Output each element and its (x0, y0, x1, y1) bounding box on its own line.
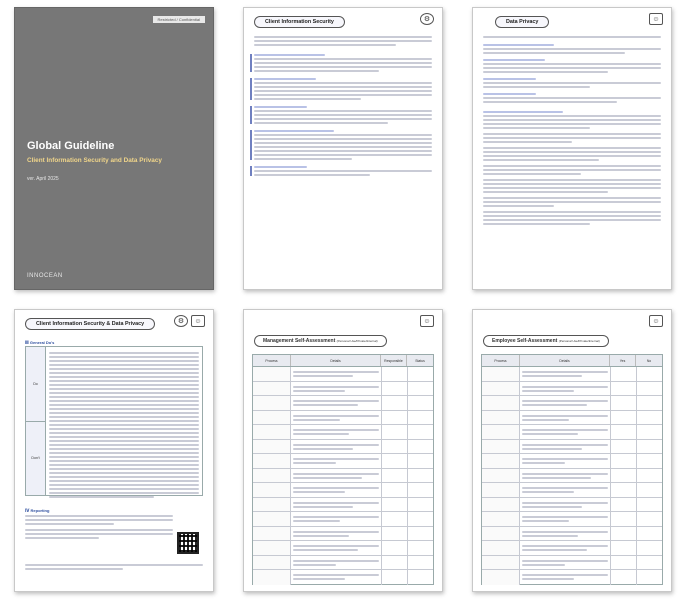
security-privacy-page[interactable]: Client Information Security & Data Priva… (14, 309, 214, 592)
person-icon: ☺ (649, 13, 663, 25)
data-privacy-page[interactable]: Data Privacy ☺ (472, 7, 672, 290)
cover-page[interactable]: Restricted / Confidential Global Guideli… (14, 7, 214, 290)
cover-version: ver. April 2025 (27, 176, 59, 182)
person-icon: ☺ (420, 315, 434, 327)
cover-title: Global Guideline (27, 140, 115, 152)
col-details: Details (520, 355, 610, 366)
do-label: Do (26, 347, 45, 422)
page-heading: Data Privacy (495, 16, 550, 28)
col-process: Process (253, 355, 291, 366)
security-icon: ⚙ (174, 315, 188, 327)
col-status: Status (415, 358, 425, 363)
assessment-title: Management Self-Assessment (Personal Use… (254, 335, 387, 347)
client-security-page[interactable]: Client Information Security ⚙ (243, 7, 443, 290)
cover-subtitle: Client Information Security and Data Pri… (27, 157, 162, 164)
brand-logo: INNOCEAN (27, 273, 63, 279)
person-icon: ☺ (649, 315, 663, 327)
col-details: Details (291, 355, 381, 366)
page-heading: Client Information Security (254, 16, 345, 28)
page-heading: Client Information Security & Data Priva… (25, 318, 156, 330)
general-dos-title: Ⅲ General Do's (25, 340, 55, 345)
dos-donts-table: Do Don't (25, 346, 203, 498)
assessment-table: Process Details Yes No (481, 354, 663, 585)
person-icon: ☺ (191, 315, 205, 327)
col-yes: Yes (610, 355, 636, 366)
security-icon: ⚙ (420, 13, 434, 25)
qr-code[interactable] (177, 532, 199, 554)
employee-assessment-page[interactable]: ☺ Employee Self-Assessment (Personal Use… (472, 309, 672, 592)
col-responsible: Responsible (381, 355, 407, 366)
col-process: Process (482, 355, 520, 366)
page-body (250, 34, 432, 283)
assessment-title: Employee Self-Assessment (Personal Use/P… (483, 335, 609, 347)
assessment-table: Process Details Responsible Status (252, 354, 434, 585)
page-body (483, 34, 661, 283)
management-assessment-page[interactable]: ☺ Management Self-Assessment (Personal U… (243, 309, 443, 592)
confidential-tag: Restricted / Confidential (152, 16, 205, 23)
dont-label: Don't (31, 456, 40, 461)
col-no: No (646, 358, 652, 363)
